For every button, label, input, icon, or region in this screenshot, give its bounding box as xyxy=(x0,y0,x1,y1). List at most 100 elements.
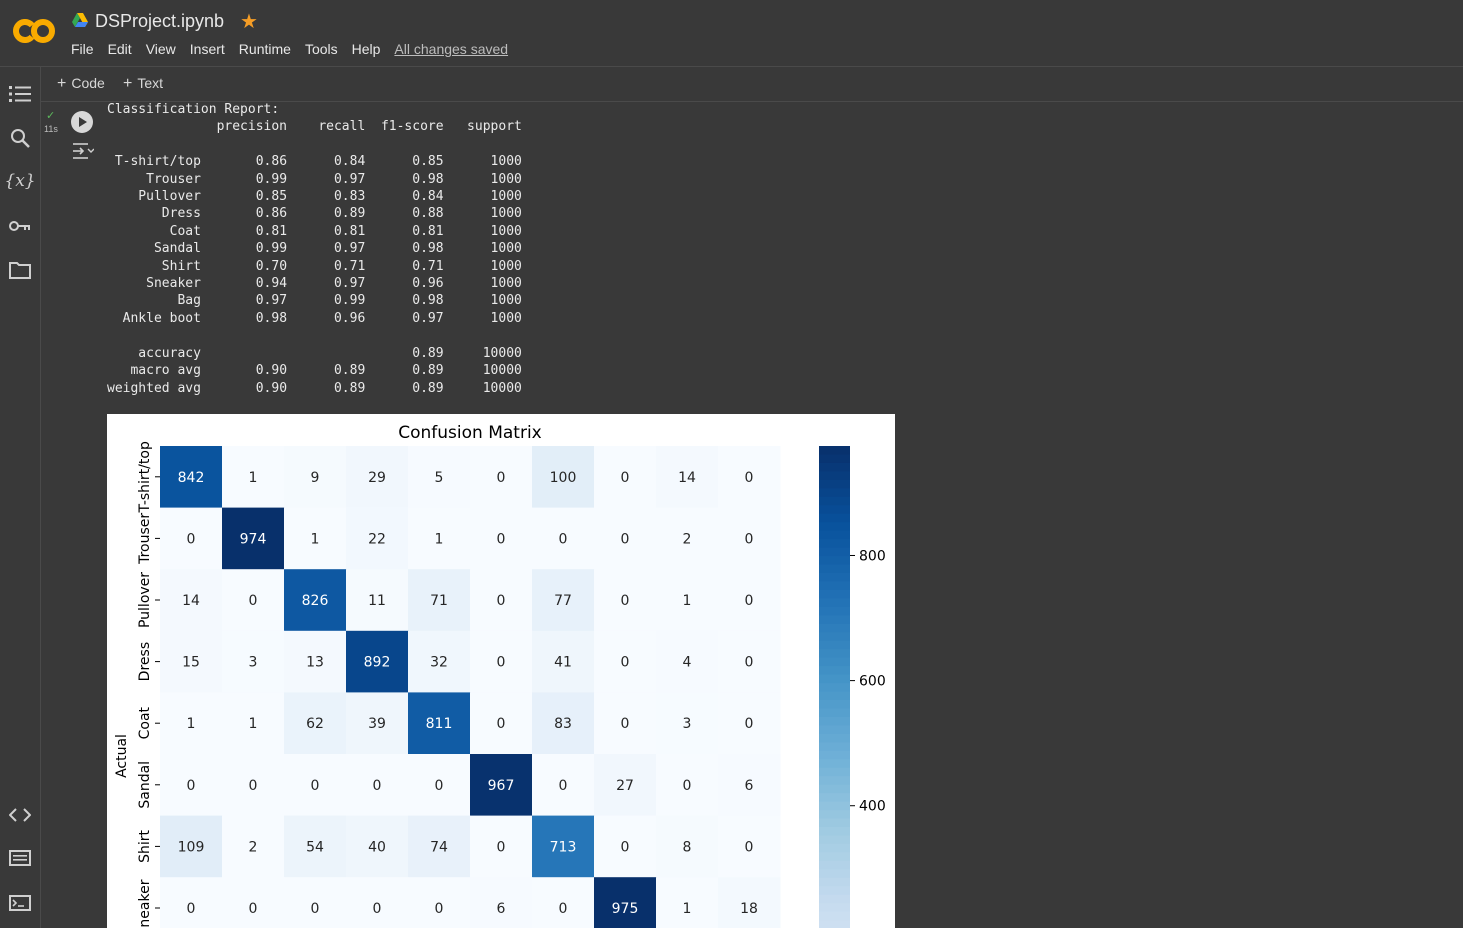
cell-value-label: 5 xyxy=(435,470,444,486)
report-support-value: 1000 xyxy=(443,154,522,170)
report-support-value: 1000 xyxy=(443,189,522,205)
cell-value-label: 3 xyxy=(683,716,692,732)
menu-tools[interactable]: Tools xyxy=(305,41,338,57)
colorbar-tick-label: 800 xyxy=(859,548,886,564)
menu-view[interactable]: View xyxy=(146,41,176,57)
y-tick-label: Pullover xyxy=(137,572,153,628)
colorbar-segment xyxy=(819,835,850,845)
report-row-label: accuracy xyxy=(107,345,201,361)
report-header-recall: recall xyxy=(287,119,366,135)
report-precision-value: 0.99 xyxy=(200,171,288,187)
google-drive-icon[interactable] xyxy=(72,13,88,27)
star-icon[interactable]: ★ xyxy=(240,9,258,34)
executed-check-icon: ✓ xyxy=(46,110,56,122)
cell-value-label: 0 xyxy=(249,778,258,794)
colorbar-segment xyxy=(819,496,850,506)
colorbar-segment xyxy=(819,488,850,498)
menu-edit[interactable]: Edit xyxy=(108,41,132,57)
cell-value-label: 0 xyxy=(497,716,506,732)
report-support-value: 1000 xyxy=(443,293,522,309)
colorbar-segment xyxy=(819,632,850,642)
report-f1-value: 0.88 xyxy=(365,206,444,222)
add-code-button[interactable]: + Code xyxy=(57,75,105,93)
cell-value-label: 40 xyxy=(368,839,386,855)
run-cell-button[interactable] xyxy=(71,111,93,133)
colorbar-segment xyxy=(819,691,850,701)
report-f1-value: 0.98 xyxy=(365,293,444,309)
colorbar-segment xyxy=(819,640,850,650)
colorbar-segment xyxy=(819,539,850,549)
cell-value-label: 0 xyxy=(683,778,692,794)
variables-icon[interactable]: {x} xyxy=(4,169,35,193)
report-line: T-shirt/top 0.86 0.84 0.85 1000 xyxy=(107,154,522,169)
confusion-matrix-figure: Confusion Matrix 842 1 9 29 5 0 100 0 14 0 0 974 1 22 1… xyxy=(107,414,895,928)
table-of-contents-icon[interactable] xyxy=(8,82,32,106)
report-precision-value: 0.70 xyxy=(200,258,288,274)
plus-icon: + xyxy=(57,75,67,92)
cell-value-label: 71 xyxy=(430,593,448,609)
search-icon[interactable] xyxy=(8,126,32,150)
save-status-link[interactable]: All changes saved xyxy=(394,41,508,57)
menu-runtime[interactable]: Runtime xyxy=(239,41,291,57)
report-recall-value: 0.81 xyxy=(287,223,366,239)
report-header-f1-score: f1-score xyxy=(365,119,444,135)
output-actions-button[interactable] xyxy=(70,140,95,162)
code-snippets-icon[interactable] xyxy=(8,803,32,827)
report-precision-value: 0.99 xyxy=(200,241,288,257)
files-folder-icon[interactable] xyxy=(8,258,32,282)
colorbar-segment xyxy=(819,725,850,735)
colorbar-segment xyxy=(819,903,850,913)
report-support-value: 10000 xyxy=(443,345,522,361)
report-precision-value xyxy=(201,346,287,361)
report-recall-value: 0.97 xyxy=(287,171,366,187)
report-precision-value: 0.81 xyxy=(200,223,288,239)
command-palette-icon[interactable] xyxy=(8,846,32,870)
terminal-icon[interactable] xyxy=(8,891,32,915)
report-line: Shirt 0.70 0.71 0.71 1000 xyxy=(107,259,522,274)
menu-file[interactable]: File xyxy=(71,41,94,57)
colorbar-segment xyxy=(819,666,850,676)
report-precision-value: 0.86 xyxy=(200,206,288,222)
menu-help[interactable]: Help xyxy=(352,41,381,57)
colorbar-segment xyxy=(819,886,850,896)
colorbar-segment xyxy=(819,793,850,803)
cell-value-label: 0 xyxy=(745,839,754,855)
cell-value-label: 0 xyxy=(745,716,754,732)
cell-value-label: 1 xyxy=(683,593,692,609)
report-recall-value: 0.83 xyxy=(287,189,366,205)
report-line: Ankle boot 0.98 0.96 0.97 1000 xyxy=(107,311,522,326)
report-line: Trouser 0.99 0.97 0.98 1000 xyxy=(107,172,522,187)
notebook-title[interactable]: DSProject.ipynb xyxy=(95,11,224,32)
cell-value-label: 100 xyxy=(550,470,577,486)
cell-value-label: 0 xyxy=(497,470,506,486)
report-f1-value: 0.96 xyxy=(365,276,444,292)
report-recall-value: 0.71 xyxy=(287,258,366,274)
cell-value-label: 0 xyxy=(621,655,630,671)
colorbar-segment xyxy=(819,446,850,456)
cell-value-label: 62 xyxy=(306,716,324,732)
report-recall-value: 0.97 xyxy=(287,241,366,257)
report-support-value: 1000 xyxy=(443,310,522,326)
add-code-label: Code xyxy=(71,75,105,91)
cell-value-label: 0 xyxy=(311,778,320,794)
cell-value-label: 109 xyxy=(178,839,205,855)
cell-value-label: 3 xyxy=(249,655,258,671)
colorbar-segment xyxy=(819,471,850,481)
report-f1-value: 0.89 xyxy=(365,380,444,396)
report-support-value: 1000 xyxy=(443,241,522,257)
cell-value-label: 826 xyxy=(302,593,329,609)
menu-insert[interactable]: Insert xyxy=(190,41,225,57)
secrets-key-icon[interactable] xyxy=(8,214,32,238)
add-text-button[interactable]: + Text xyxy=(123,75,163,93)
report-recall-value: 0.89 xyxy=(287,380,366,396)
output-menu-icon xyxy=(73,143,95,159)
colab-logo-icon[interactable] xyxy=(12,14,56,48)
colorbar-segment xyxy=(819,716,850,726)
report-support-value: 1000 xyxy=(443,223,522,239)
colorbar-segment xyxy=(819,683,850,693)
report-row-label: Dress xyxy=(107,206,201,222)
report-row-label: weighted avg xyxy=(107,380,201,396)
cell-value-label: 32 xyxy=(430,655,448,671)
y-tick-label: T-shirt/top xyxy=(137,441,153,513)
colorbar-segment xyxy=(819,505,850,515)
